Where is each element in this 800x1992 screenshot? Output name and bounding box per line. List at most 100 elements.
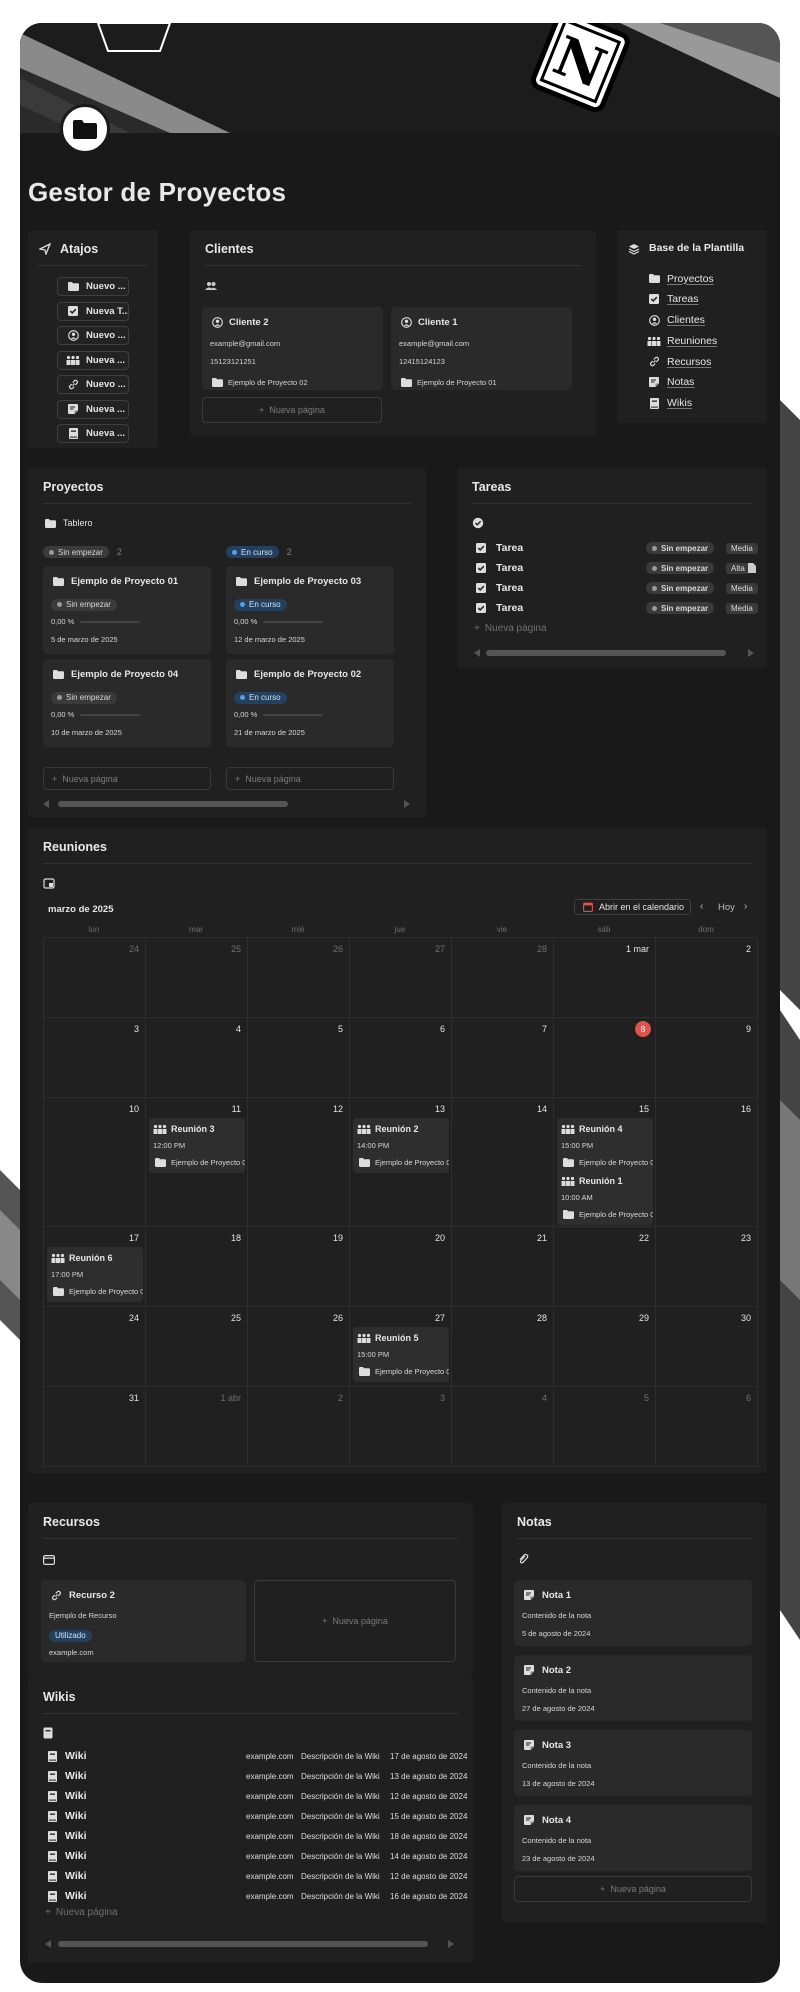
calendar-day[interactable]: 1 mar [554,938,656,1018]
shortcut-button[interactable]: Nueva ... [57,399,129,419]
task-row[interactable]: Tarea Sin empezar Media [474,540,759,556]
calendar-day[interactable]: 15 Reunión 4 15:00 PM Ejemplo de Proyecto 0… [554,1098,656,1227]
calendar-day[interactable]: 28 [452,1307,554,1387]
wiki-row[interactable]: Wiki example.com Descripción de la Wiki 16 … [45,1889,467,1903]
calendar-day[interactable]: 17 Reunión 6 17:00 PM Ejemplo de Proyecto 0 [44,1227,146,1307]
template-nav-item[interactable]: Notas [647,375,717,390]
calendar-day[interactable]: 16 [656,1098,758,1227]
wiki-url[interactable]: example.com [246,1892,294,1901]
calendar-event[interactable]: Reunión 6 17:00 PM Ejemplo de Proyecto 0 [47,1247,143,1302]
wiki-row[interactable]: Wiki example.com Descripción de la Wiki 15 … [45,1809,467,1823]
client-card[interactable]: Cliente 1 example@gmail.com 12415124123 Eje… [391,307,572,390]
scroll-left-arrow[interactable] [474,649,480,657]
calendar-day[interactable]: 2 [248,1387,350,1467]
shortcut-button[interactable]: Nueva T... [57,301,129,321]
calendar-day[interactable]: 26 [248,938,350,1018]
calendar-day[interactable]: 4 [452,1387,554,1467]
wiki-url[interactable]: example.com [246,1752,294,1761]
shortcut-button[interactable]: Nuevo ... [57,326,129,345]
calendar-event[interactable]: Reunión 2 14:00 PM Ejemplo de Proyecto 0 [353,1118,449,1173]
project-card[interactable]: Ejemplo de Proyecto 01 Sin empezar 0,00 % 5… [43,566,211,654]
calendar-event[interactable]: Reunión 1 10:00 AM Ejemplo de Proyecto 0 [557,1170,653,1225]
calendar-event[interactable]: Reunión 3 12:00 PM Ejemplo de Proyecto 0 [149,1118,245,1173]
scroll-right-arrow[interactable] [748,649,754,657]
wiki-url[interactable]: example.com [246,1792,294,1801]
task-row[interactable]: Tarea Sin empezar Alta [474,560,759,576]
project-card[interactable]: Ejemplo de Proyecto 03 En curso 0,00 % 12 d… [226,566,394,654]
calendar-day[interactable]: 4 [146,1018,248,1098]
calendar-day[interactable]: 25 [146,938,248,1018]
horizontal-scrollbar[interactable] [58,1941,428,1947]
calendar-day[interactable]: 26 [248,1307,350,1387]
project-card[interactable]: Ejemplo de Proyecto 02 En curso 0,00 % 21 d… [226,659,394,747]
wiki-url[interactable]: example.com [246,1852,294,1861]
template-nav-item[interactable]: Clientes [647,313,717,328]
calendar-day[interactable]: 13 Reunión 2 14:00 PM Ejemplo de Proyecto 0 [350,1098,452,1227]
calendar-day[interactable]: 5 [554,1387,656,1467]
calendar-day[interactable]: 14 [452,1098,554,1227]
wiki-url[interactable]: example.com [246,1812,294,1821]
note-card[interactable]: Nota 1 Contenido de la nota 5 de agosto de… [514,1580,752,1646]
calendar-day[interactable]: 8 [554,1018,656,1098]
clients-new-page-button[interactable]: + Nueva página [202,397,382,423]
scroll-left-arrow[interactable] [45,1940,51,1948]
calendar-day[interactable]: 3 [350,1387,452,1467]
calendar-day[interactable]: 2 [656,938,758,1018]
shortcut-button[interactable]: Nueva ... [57,424,129,443]
calendar-day[interactable]: 23 [656,1227,758,1307]
tasks-new-page-button[interactable]: + Nueva página [474,623,547,634]
calendar-day[interactable]: 1 abr [146,1387,248,1467]
note-card[interactable]: Nota 2 Contenido de la nota 27 de agosto d… [514,1655,752,1721]
projects-view-tab[interactable]: Tablero [43,516,93,530]
calendar-day[interactable]: 19 [248,1227,350,1307]
note-card[interactable]: Nota 4 Contenido de la nota 23 de agosto d… [514,1805,752,1871]
wiki-url[interactable]: example.com [246,1832,294,1841]
calendar-day[interactable]: 24 [44,938,146,1018]
wiki-url[interactable]: example.com [246,1772,294,1781]
scroll-left-arrow[interactable] [43,800,49,808]
projects-new-page-button[interactable]: + Nueva página [226,767,394,790]
shortcut-button[interactable]: Nueva ... [57,350,129,370]
calendar-day[interactable]: 22 [554,1227,656,1307]
calendar-day[interactable]: 9 [656,1018,758,1098]
calendar-day[interactable]: 11 Reunión 3 12:00 PM Ejemplo de Proyecto 0 [146,1098,248,1227]
horizontal-scrollbar[interactable] [58,801,288,807]
calendar-day[interactable]: 3 [44,1018,146,1098]
calendar-next-button[interactable]: › [744,901,747,912]
wiki-row[interactable]: Wiki example.com Descripción de la Wiki 12 … [45,1789,467,1803]
notes-new-page-button[interactable]: + Nueva página [514,1876,752,1902]
template-nav-item[interactable]: Tareas [647,292,717,307]
wiki-url[interactable]: example.com [246,1872,294,1881]
resource-card[interactable]: Recurso 2 Ejemplo de Recurso Utilizado e… [41,1580,246,1662]
task-row[interactable]: Tarea Sin empezar Media [474,580,759,596]
wiki-row[interactable]: Wiki example.com Descripción de la Wiki 14 … [45,1849,467,1863]
client-card[interactable]: Cliente 2 example@gmail.com 15123121251 Eje… [202,307,383,390]
shortcut-button[interactable]: Nuevo ... [57,277,129,296]
wiki-row[interactable]: Wiki example.com Descripción de la Wiki 12 … [45,1869,467,1883]
note-card[interactable]: Nota 3 Contenido de la nota 13 de agosto d… [514,1730,752,1796]
task-row[interactable]: Tarea Sin empezar Media [474,600,759,616]
template-nav-item[interactable]: Proyectos [647,271,717,286]
project-card[interactable]: Ejemplo de Proyecto 04 Sin empezar 0,00 % 1… [43,659,211,747]
calendar-day[interactable]: 12 [248,1098,350,1227]
projects-new-page-button[interactable]: + Nueva página [43,767,211,790]
calendar-day[interactable]: 7 [452,1018,554,1098]
calendar-day[interactable]: 20 [350,1227,452,1307]
calendar-prev-button[interactable]: ‹ [700,901,703,912]
calendar-day[interactable]: 6 [656,1387,758,1467]
resource-url[interactable]: example.com [49,1648,238,1657]
calendar-event[interactable]: Reunión 4 15:00 PM Ejemplo de Proyecto 0 [557,1118,653,1173]
open-in-calendar-button[interactable]: Abrir en el calendario [574,899,692,915]
calendar-day[interactable]: 18 [146,1227,248,1307]
calendar-day[interactable]: 10 [44,1098,146,1227]
calendar-day[interactable]: 5 [248,1018,350,1098]
calendar-day[interactable]: 21 [452,1227,554,1307]
calendar-day[interactable]: 25 [146,1307,248,1387]
shortcut-button[interactable]: Nuevo ... [57,375,129,394]
wiki-row[interactable]: Wiki example.com Descripción de la Wiki 13 … [45,1769,467,1783]
calendar-day[interactable]: 28 [452,938,554,1018]
calendar-event[interactable]: Reunión 5 15:00 PM Ejemplo de Proyecto 0 [353,1327,449,1382]
calendar-day[interactable]: 29 [554,1307,656,1387]
calendar-day[interactable]: 31 [44,1387,146,1467]
horizontal-scrollbar[interactable] [486,650,726,656]
